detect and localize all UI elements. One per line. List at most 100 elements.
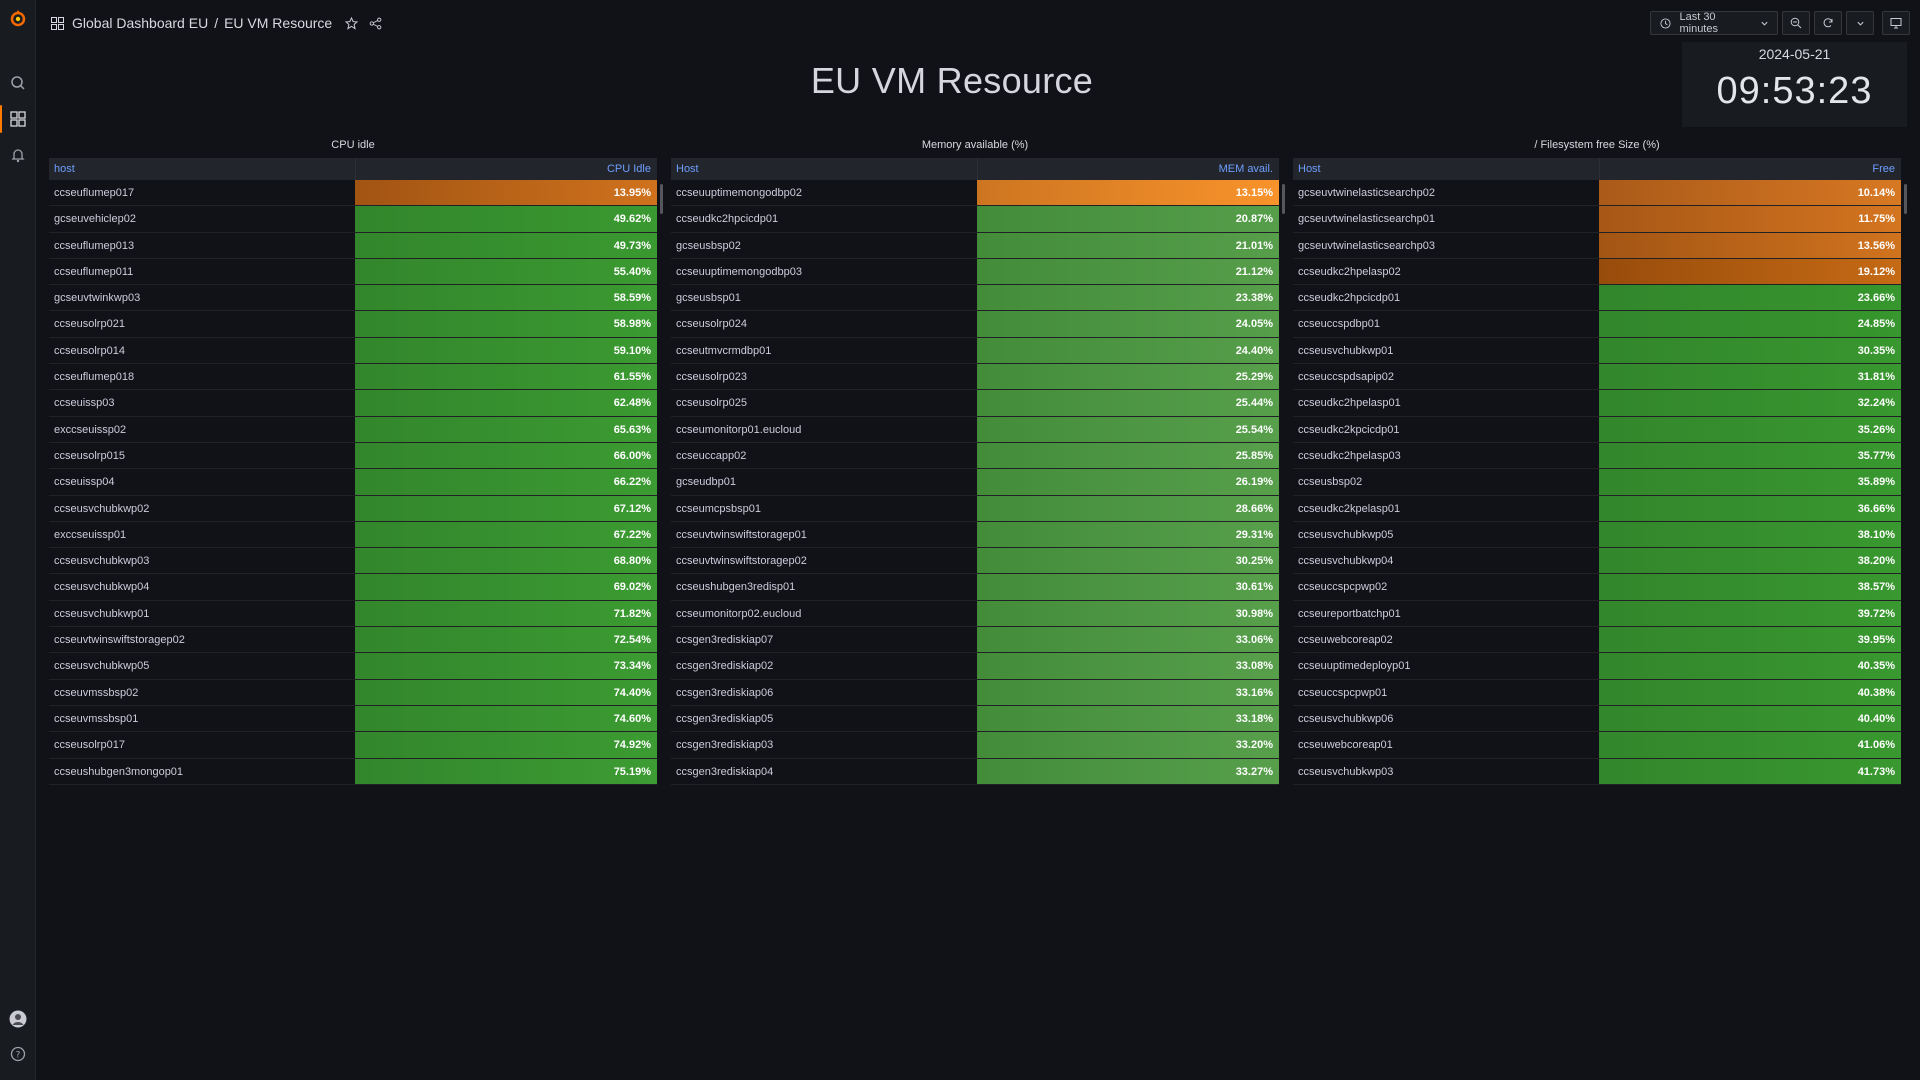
panel-title[interactable]: / Filesystem free Size (%) xyxy=(1293,136,1901,154)
host-cell: ccseushubgen3redisp01 xyxy=(676,581,796,594)
table-row: ccseumonitorp02.eucloud 30.98% xyxy=(671,600,1279,628)
table-row: ccseusbsp02 35.89% xyxy=(1293,469,1901,496)
value-cell: 33.27% xyxy=(977,758,1279,784)
host-cell: gcseusbsp02 xyxy=(676,239,741,252)
column-header-value[interactable]: MEM avail. xyxy=(977,158,1279,180)
clock-panel: 2024-05-21 09:53:23 xyxy=(1682,42,1907,127)
value-cell: 25.85% xyxy=(977,442,1279,469)
host-cell: exccseuissp01 xyxy=(54,528,127,541)
host-cell: ccseuvmssbsp02 xyxy=(54,686,139,699)
value-cell: 20.87% xyxy=(977,206,1279,232)
table-row: ccseuflumep011 55.40% xyxy=(49,258,657,286)
scrollbar[interactable] xyxy=(660,184,663,214)
host-cell: ccseumonitorp02.eucloud xyxy=(676,607,802,620)
table-row: ccseumonitorp01.eucloud 25.54% xyxy=(671,416,1279,443)
host-cell: ccseusolrp021 xyxy=(54,318,125,331)
breadcrumb-dashboard-title[interactable]: EU VM Resource xyxy=(224,15,332,31)
table-row: ccseusvchubkwp01 71.82% xyxy=(49,600,657,628)
value-cell: 58.59% xyxy=(355,285,657,311)
host-cell: ccseusolrp017 xyxy=(54,739,125,752)
host-cell: gcseuvehiclep02 xyxy=(54,213,136,226)
column-header-host[interactable]: host xyxy=(49,158,355,180)
column-header-value[interactable]: Free xyxy=(1599,158,1901,180)
table-row: ccsgen3rediskiap03 33.20% xyxy=(671,732,1279,759)
filesystem-free-panel: / Filesystem free Size (%) Host Free gcs… xyxy=(1293,136,1907,786)
host-cell: ccseusolrp023 xyxy=(676,371,747,384)
panel-title[interactable]: Memory available (%) xyxy=(671,136,1279,154)
value-cell: 71.82% xyxy=(355,600,657,627)
tv-mode-button[interactable] xyxy=(1882,11,1910,35)
host-cell: ccseusvchubkwp02 xyxy=(54,502,150,515)
toolbar-right: Last 30 minutes xyxy=(1650,11,1910,35)
refresh-button[interactable] xyxy=(1814,11,1842,35)
dashboards-icon[interactable] xyxy=(6,107,30,131)
table-row: ccseuvtwinswiftstoragep01 29.31% xyxy=(671,521,1279,549)
table-row: ccsgen3rediskiap04 33.27% xyxy=(671,758,1279,785)
scrollbar[interactable] xyxy=(1282,184,1285,214)
table-row: ccseushubgen3mongop01 75.19% xyxy=(49,758,657,785)
value-cell: 33.20% xyxy=(977,732,1279,758)
table-row: ccseudkc2kpcicdp01 35.26% xyxy=(1293,416,1901,443)
column-header-value[interactable]: CPU Idle xyxy=(355,158,657,180)
value-cell: 40.35% xyxy=(1599,653,1901,679)
help-icon[interactable]: ? xyxy=(6,1042,30,1066)
host-cell: ccseusolrp015 xyxy=(54,449,125,462)
value-cell: 69.02% xyxy=(355,574,657,600)
alerting-bell-icon[interactable] xyxy=(6,143,30,167)
star-icon[interactable] xyxy=(342,14,360,32)
host-cell: ccseusolrp014 xyxy=(54,344,125,357)
host-cell: ccseuuptimemongodbp03 xyxy=(676,265,802,278)
value-cell: 49.73% xyxy=(355,232,657,258)
column-header-host[interactable]: Host xyxy=(1293,158,1599,180)
value-cell: 38.10% xyxy=(1599,521,1901,548)
host-cell: ccseuwebcoreap01 xyxy=(1298,739,1393,752)
table-row: ccseusolrp021 58.98% xyxy=(49,311,657,338)
host-cell: ccseuccapp02 xyxy=(676,449,747,462)
table-row: ccseuissp03 62.48% xyxy=(49,390,657,417)
host-cell: ccseudkc2kpelasp01 xyxy=(1298,502,1401,515)
value-cell: 25.29% xyxy=(977,364,1279,390)
table-row: ccseuuptimedeployp01 40.35% xyxy=(1293,653,1901,680)
grafana-logo-icon[interactable] xyxy=(6,6,30,30)
table-row: exccseuissp01 67.22% xyxy=(49,521,657,549)
refresh-interval-dropdown[interactable] xyxy=(1846,11,1874,35)
table-row: exccseuissp02 65.63% xyxy=(49,416,657,443)
chevron-down-icon xyxy=(1757,14,1773,32)
value-cell: 72.54% xyxy=(355,627,657,653)
value-cell: 30.61% xyxy=(977,574,1279,600)
breadcrumb-folder-link[interactable]: Global Dashboard EU xyxy=(72,15,208,31)
value-cell: 74.40% xyxy=(355,679,657,705)
value-cell: 21.01% xyxy=(977,232,1279,258)
host-cell: ccseudkc2hpcicdp01 xyxy=(676,213,779,226)
table-row: gcseuvtwinelasticsearchp02 10.14% xyxy=(1293,180,1901,207)
refresh-icon xyxy=(1819,14,1837,32)
active-nav-indicator xyxy=(0,105,2,133)
host-cell: ccseuflumep013 xyxy=(54,239,135,252)
value-cell: 24.40% xyxy=(977,337,1279,364)
value-cell: 35.89% xyxy=(1599,469,1901,495)
share-icon[interactable] xyxy=(366,14,384,32)
host-cell: ccseudkc2hpcicdp01 xyxy=(1298,292,1401,305)
time-range-picker[interactable]: Last 30 minutes xyxy=(1650,11,1778,35)
value-cell: 30.35% xyxy=(1599,337,1901,364)
dashboard-grid-icon xyxy=(48,14,66,32)
value-cell: 23.66% xyxy=(1599,285,1901,311)
host-cell: ccseuccspcpwp01 xyxy=(1298,686,1388,699)
search-icon[interactable] xyxy=(6,71,30,95)
table-row: ccseudkc2hpelasp02 19.12% xyxy=(1293,258,1901,286)
host-cell: ccseuwebcoreap02 xyxy=(1298,634,1393,647)
host-cell: ccseusvchubkwp05 xyxy=(1298,528,1394,541)
host-cell: gcseusbsp01 xyxy=(676,292,741,305)
value-cell: 58.98% xyxy=(355,311,657,337)
value-cell: 61.55% xyxy=(355,364,657,390)
zoom-out-button[interactable] xyxy=(1782,11,1810,35)
user-avatar-icon[interactable] xyxy=(6,1007,30,1031)
scrollbar[interactable] xyxy=(1904,184,1907,214)
svg-text:?: ? xyxy=(16,1051,21,1061)
value-cell: 33.06% xyxy=(977,627,1279,653)
table-row: gcseuvtwinelasticsearchp01 11.75% xyxy=(1293,206,1901,233)
panel-title[interactable]: CPU idle xyxy=(49,136,657,154)
table-row: ccseuissp04 66.22% xyxy=(49,469,657,496)
column-header-host[interactable]: Host xyxy=(671,158,977,180)
host-cell: ccseudkc2hpelasp02 xyxy=(1298,265,1401,278)
